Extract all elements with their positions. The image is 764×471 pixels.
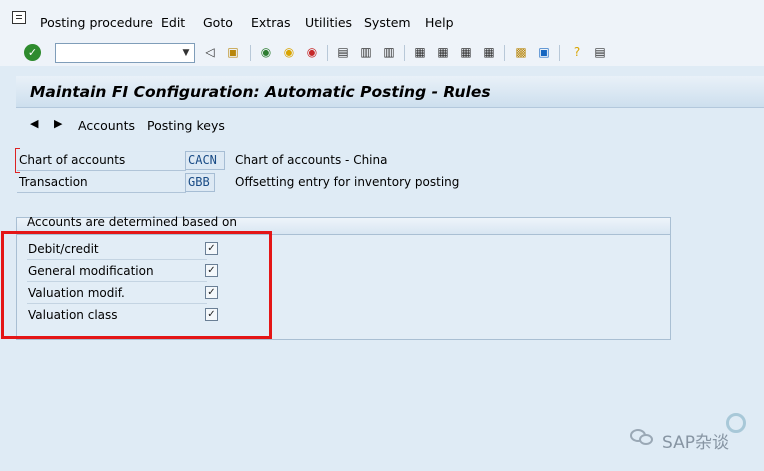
transaction-field[interactable]: GBB xyxy=(185,173,215,192)
toolbar-separator xyxy=(559,45,560,61)
previous-arrow-icon[interactable]: ◀ xyxy=(30,117,38,130)
menu-posting-procedure[interactable]: Posting procedure xyxy=(40,15,153,30)
layout-icon[interactable]: ▤ xyxy=(592,44,608,61)
system-menu-icon[interactable] xyxy=(12,11,26,24)
toolbar-separator xyxy=(504,45,505,61)
find-next-icon[interactable]: ▥ xyxy=(381,44,397,61)
highlight-rectangle xyxy=(1,231,272,339)
enter-icon[interactable]: ✓ xyxy=(24,44,41,61)
transaction-description: Offsetting entry for inventory posting xyxy=(235,175,460,189)
title-bar: Maintain FI Configuration: Automatic Pos… xyxy=(16,76,764,108)
chart-of-accounts-description: Chart of accounts - China xyxy=(235,153,388,167)
accounts-button[interactable]: Accounts xyxy=(78,118,135,133)
command-field[interactable]: ▼ xyxy=(55,43,195,63)
next-arrow-icon[interactable]: ▶ xyxy=(54,117,62,130)
application-toolbar: ◀ ▶ Accounts Posting keys xyxy=(16,110,764,140)
exit-icon[interactable]: ◉ xyxy=(281,44,297,61)
menu-extras[interactable]: Extras xyxy=(251,15,291,30)
group-title: Accounts are determined based on xyxy=(27,215,237,229)
new-session-icon[interactable]: ▩ xyxy=(513,44,529,61)
transaction-label: Transaction xyxy=(17,172,186,193)
save-icon[interactable]: ▣ xyxy=(225,44,241,61)
menu-help[interactable]: Help xyxy=(425,15,454,30)
menu-bar: Posting procedure Edit Goto Extras Utili… xyxy=(0,0,764,40)
chart-of-accounts-label: Chart of accounts xyxy=(17,150,186,171)
help-icon[interactable]: ? xyxy=(569,44,585,61)
back-arrow-icon[interactable]: ◁ xyxy=(202,44,218,61)
print-icon[interactable]: ▤ xyxy=(335,44,351,61)
toolbar-separator xyxy=(327,45,328,61)
watermark-text: SAP杂谈 xyxy=(662,433,729,453)
standard-toolbar: ✓ ▼ ◁ ▣ ◉ ◉ ◉ ▤ ▥ ▥ ▦ ▦ ▦ ▦ ▩ ▣ ? ▤ xyxy=(0,40,764,66)
menu-system[interactable]: System xyxy=(364,15,411,30)
back-icon[interactable]: ◉ xyxy=(258,44,274,61)
find-icon[interactable]: ▥ xyxy=(358,44,374,61)
last-page-icon[interactable]: ▦ xyxy=(481,44,497,61)
toolbar-separator xyxy=(250,45,251,61)
cancel-icon[interactable]: ◉ xyxy=(304,44,320,61)
first-page-icon[interactable]: ▦ xyxy=(412,44,428,61)
chart-of-accounts-field[interactable]: CACN xyxy=(185,151,225,170)
wechat-logo-icon xyxy=(630,425,656,447)
menu-utilities[interactable]: Utilities xyxy=(305,15,352,30)
posting-keys-button[interactable]: Posting keys xyxy=(147,118,225,133)
menu-goto[interactable]: Goto xyxy=(203,15,233,30)
chevron-down-icon[interactable]: ▼ xyxy=(180,46,192,60)
shortcut-icon[interactable]: ▣ xyxy=(536,44,552,61)
next-page-icon[interactable]: ▦ xyxy=(458,44,474,61)
menu-edit[interactable]: Edit xyxy=(161,15,185,30)
toolbar-separator xyxy=(404,45,405,61)
page-title: Maintain FI Configuration: Automatic Pos… xyxy=(30,83,491,101)
prev-page-icon[interactable]: ▦ xyxy=(435,44,451,61)
cursor-ring-icon xyxy=(726,413,746,433)
